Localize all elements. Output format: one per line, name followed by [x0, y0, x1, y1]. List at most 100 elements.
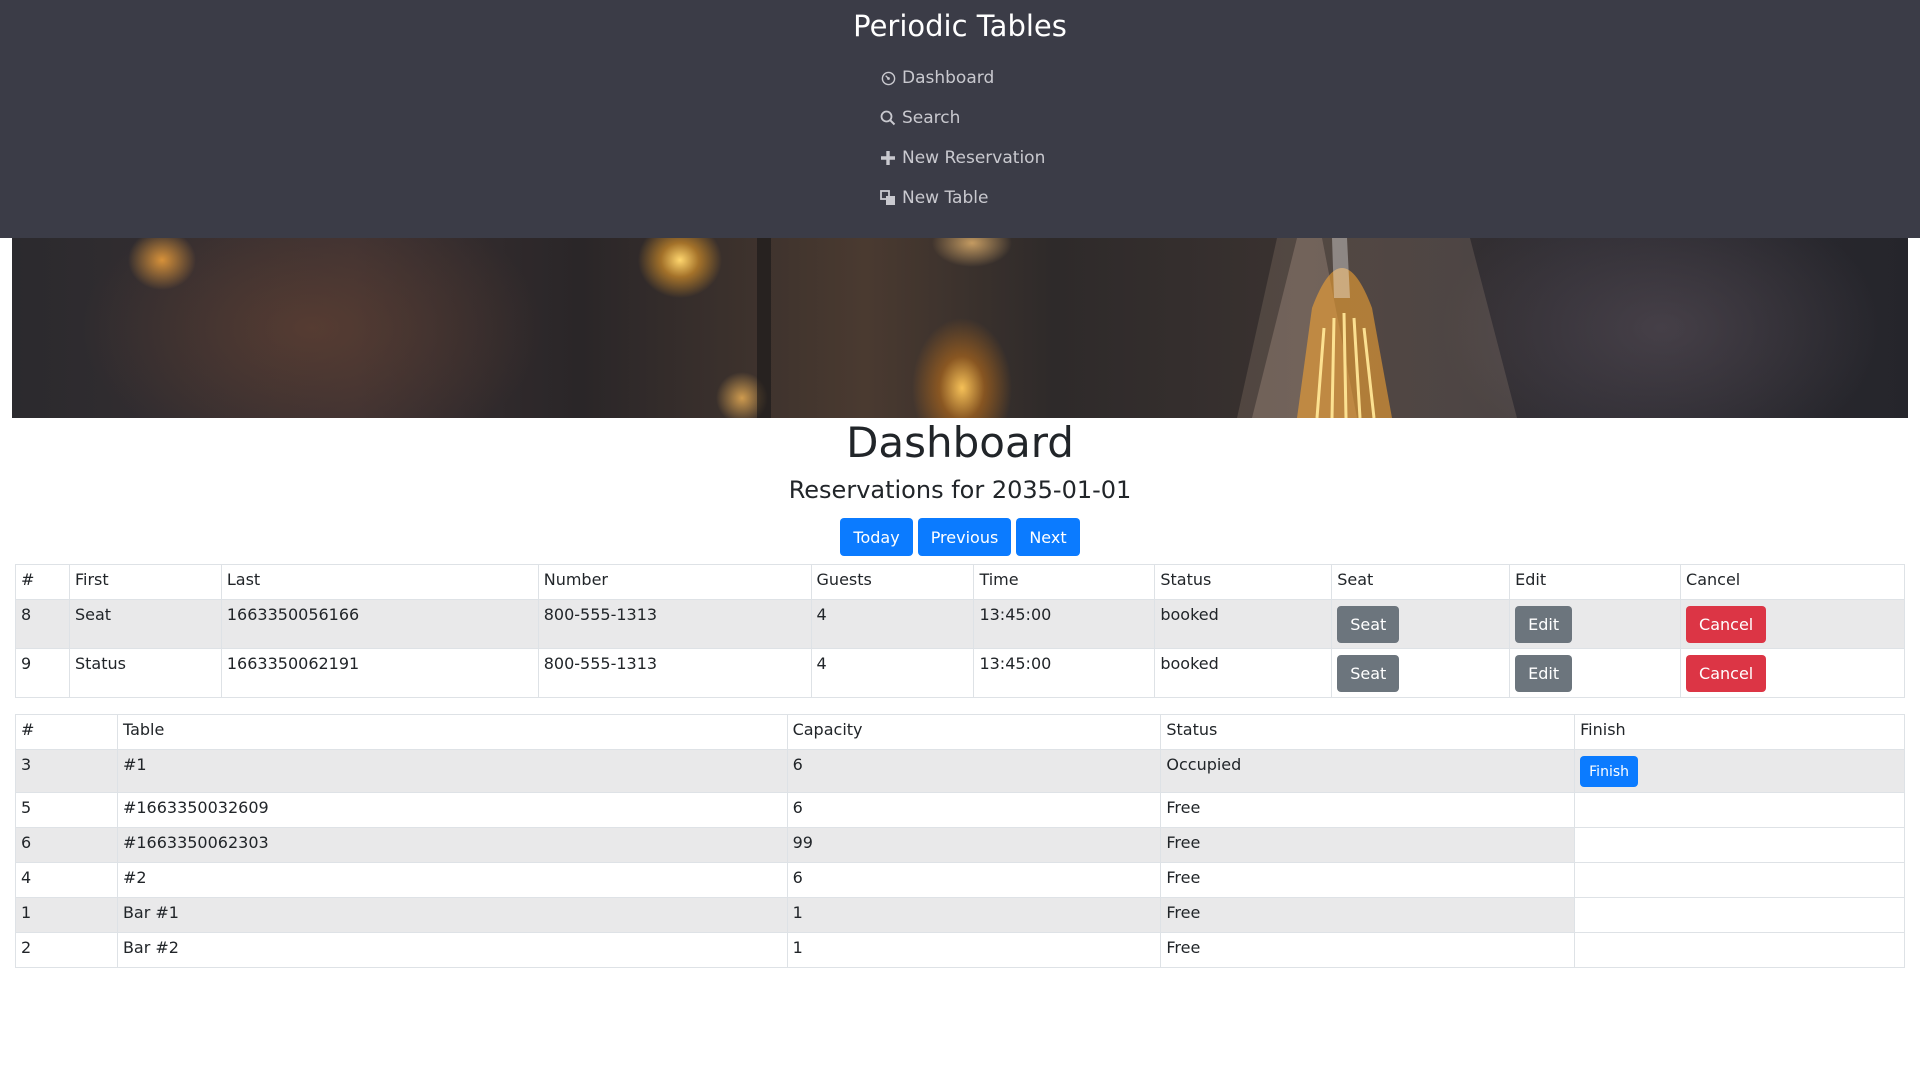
cancel-button[interactable]: Cancel	[1686, 606, 1767, 643]
table-capacity: 6	[786, 792, 1162, 828]
hero-banner-image	[12, 238, 1908, 418]
finish-cell: Finish	[1574, 749, 1905, 793]
page-title: Dashboard	[846, 418, 1074, 467]
reservation-number: 800-555-1313	[537, 648, 812, 698]
table-capacity: 1	[786, 932, 1162, 968]
column-header: Guests	[810, 564, 975, 600]
reservation-time: 13:45:00	[973, 648, 1156, 698]
reservations-header-row: # First Last Number Guests Time Status S…	[15, 564, 1905, 600]
seat-button[interactable]: Seat	[1337, 606, 1400, 643]
table-row: 5 #1663350032609 6 Free	[15, 792, 1905, 828]
today-button[interactable]: Today	[840, 518, 913, 556]
reservations-date-heading: Reservations for 2035-01-01	[788, 476, 1132, 504]
column-header: Capacity	[786, 714, 1162, 750]
dashboard-icon	[880, 70, 896, 86]
date-navigation: Today Previous Next	[0, 518, 1920, 556]
column-header: First	[68, 564, 222, 600]
finish-cell	[1574, 897, 1905, 933]
table-row: 1 Bar #1 1 Free	[15, 897, 1905, 933]
reservation-row: 8 Seat 1663350056166 800-555-1313 4 13:4…	[15, 599, 1905, 649]
cancel-cell: Cancel	[1680, 648, 1905, 698]
table-status: Free	[1160, 862, 1576, 898]
app-brand[interactable]: Periodic Tables	[0, 6, 1920, 46]
cancel-button[interactable]: Cancel	[1686, 655, 1767, 692]
column-header: Number	[537, 564, 812, 600]
column-header: Edit	[1509, 564, 1682, 600]
nav-dashboard-label: Dashboard	[902, 68, 995, 88]
table-capacity: 6	[786, 749, 1162, 793]
finish-cell	[1574, 827, 1905, 863]
lightbulb-illustration	[757, 238, 1517, 418]
finish-button[interactable]: Finish	[1580, 756, 1638, 787]
nav-dashboard[interactable]: Dashboard	[880, 58, 1180, 98]
main-nav: Dashboard Search New Reservation New Tab…	[880, 58, 1180, 218]
reservation-row: 9 Status 1663350062191 800-555-1313 4 13…	[15, 648, 1905, 698]
column-header: #	[15, 714, 118, 750]
column-header: Time	[973, 564, 1156, 600]
previous-button[interactable]: Previous	[917, 518, 1012, 556]
table-capacity: 1	[786, 897, 1162, 933]
nav-new-reservation-label: New Reservation	[902, 148, 1046, 168]
edit-button[interactable]: Edit	[1515, 655, 1573, 692]
seat-cell: Seat	[1331, 648, 1511, 698]
finish-cell	[1574, 792, 1905, 828]
reservations-table: # First Last Number Guests Time Status S…	[15, 564, 1905, 698]
tables-table: # Table Capacity Status Finish 3 #1 6 Oc…	[15, 714, 1905, 968]
column-header: #	[15, 564, 70, 600]
edit-cell: Edit	[1509, 648, 1682, 698]
table-name: Bar #1	[116, 897, 788, 933]
reservation-guests: 4	[810, 599, 975, 649]
plus-icon	[880, 150, 896, 166]
table-name: #1	[116, 749, 788, 793]
table-row: 3 #1 6 Occupied Finish	[15, 749, 1905, 793]
table-capacity: 99	[786, 827, 1162, 863]
column-header: Table	[116, 714, 788, 750]
tables-header-row: # Table Capacity Status Finish	[15, 714, 1905, 750]
table-status: Free	[1160, 932, 1576, 968]
table-id: 4	[15, 862, 118, 898]
nav-new-table-label: New Table	[902, 188, 989, 208]
reservation-first-name: Status	[68, 648, 222, 698]
finish-cell	[1574, 862, 1905, 898]
seat-button[interactable]: Seat	[1337, 655, 1400, 692]
edit-cell: Edit	[1509, 599, 1682, 649]
reservation-guests: 4	[810, 648, 975, 698]
reservation-last-name: 1663350062191	[220, 648, 539, 698]
edit-button[interactable]: Edit	[1515, 606, 1573, 643]
column-header: Finish	[1574, 714, 1905, 750]
table-status: Occupied	[1160, 749, 1576, 793]
table-id: 2	[15, 932, 118, 968]
reservation-number: 800-555-1313	[537, 599, 812, 649]
nav-search-label: Search	[902, 108, 961, 128]
next-button[interactable]: Next	[1016, 518, 1080, 556]
table-status: Free	[1160, 897, 1576, 933]
column-header: Cancel	[1680, 564, 1905, 600]
table-capacity: 6	[786, 862, 1162, 898]
table-name: #1663350032609	[116, 792, 788, 828]
layers-icon	[880, 190, 896, 206]
table-status: Free	[1160, 792, 1576, 828]
finish-cell	[1574, 932, 1905, 968]
table-row: 6 #1663350062303 99 Free	[15, 827, 1905, 863]
table-name: #1663350062303	[116, 827, 788, 863]
table-status: Free	[1160, 827, 1576, 863]
nav-new-table[interactable]: New Table	[880, 178, 1180, 218]
column-header: Seat	[1331, 564, 1511, 600]
reservation-last-name: 1663350056166	[220, 599, 539, 649]
nav-search[interactable]: Search	[880, 98, 1180, 138]
table-name: Bar #2	[116, 932, 788, 968]
reservation-time: 13:45:00	[973, 599, 1156, 649]
reservation-status: booked	[1154, 648, 1333, 698]
search-icon	[880, 110, 896, 126]
column-header: Status	[1154, 564, 1333, 600]
table-row: 4 #2 6 Free	[15, 862, 1905, 898]
reservation-id: 9	[15, 648, 70, 698]
top-header: Periodic Tables Dashboard Search New Res…	[0, 0, 1920, 238]
table-id: 6	[15, 827, 118, 863]
reservation-first-name: Seat	[68, 599, 222, 649]
table-id: 5	[15, 792, 118, 828]
table-name: #2	[116, 862, 788, 898]
nav-new-reservation[interactable]: New Reservation	[880, 138, 1180, 178]
seat-cell: Seat	[1331, 599, 1511, 649]
cancel-cell: Cancel	[1680, 599, 1905, 649]
